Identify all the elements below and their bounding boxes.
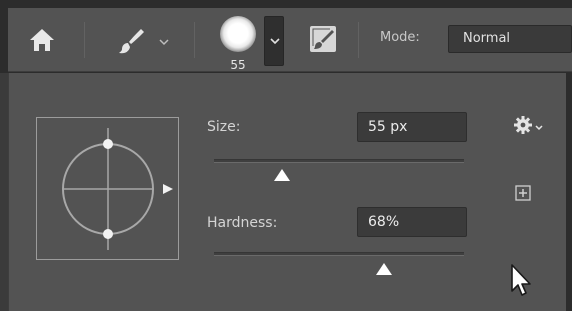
size-slider-thumb[interactable] xyxy=(273,168,291,182)
toolbar-divider xyxy=(358,22,359,58)
options-bar: 55 Mode: Normal xyxy=(8,8,572,72)
chevron-down-icon[interactable] xyxy=(158,37,170,47)
brush-preset-dropdown-button[interactable] xyxy=(264,16,284,66)
home-button[interactable] xyxy=(28,26,56,54)
size-field[interactable]: 55 px xyxy=(357,112,467,142)
angle-roundness-widget[interactable] xyxy=(36,117,179,260)
size-slider[interactable] xyxy=(214,159,464,163)
toolbar-divider xyxy=(194,22,195,58)
blend-mode-select[interactable]: Normal xyxy=(448,25,572,53)
mouse-cursor-icon xyxy=(511,264,531,296)
gear-icon xyxy=(514,116,543,134)
hardness-slider-thumb[interactable] xyxy=(375,262,393,276)
hardness-slider[interactable] xyxy=(214,252,464,256)
brush-size-readout: 55 xyxy=(230,58,246,72)
canvas-edge xyxy=(0,73,8,311)
new-preset-icon xyxy=(515,185,531,201)
hardness-field[interactable]: 68% xyxy=(357,207,467,237)
brush-icon xyxy=(119,29,144,54)
roundness-handle-top xyxy=(103,139,113,149)
size-label: Size: xyxy=(207,119,241,135)
brush-panel-icon xyxy=(312,28,334,49)
toolbar-divider xyxy=(84,22,85,58)
brush-settings-panel-button[interactable] xyxy=(310,26,336,52)
tool-preset-picker[interactable] xyxy=(116,26,146,56)
chevron-down-icon xyxy=(270,38,280,45)
brush-tip-preview[interactable] xyxy=(220,16,256,52)
hardness-label: Hardness: xyxy=(207,215,278,231)
angle-roundness-diagram xyxy=(62,128,173,250)
new-preset-button[interactable] xyxy=(515,185,531,201)
photoshop-window: 55 Mode: Normal Size: 55 px Hardness: 68… xyxy=(0,0,572,311)
angle-handle xyxy=(163,184,173,194)
roundness-handle-bottom xyxy=(103,229,113,239)
brush-preset-panel: Size: 55 px Hardness: 68% xyxy=(8,73,566,311)
mode-label: Mode: xyxy=(380,30,420,45)
panel-settings-button[interactable] xyxy=(513,113,545,137)
home-icon xyxy=(30,29,54,51)
